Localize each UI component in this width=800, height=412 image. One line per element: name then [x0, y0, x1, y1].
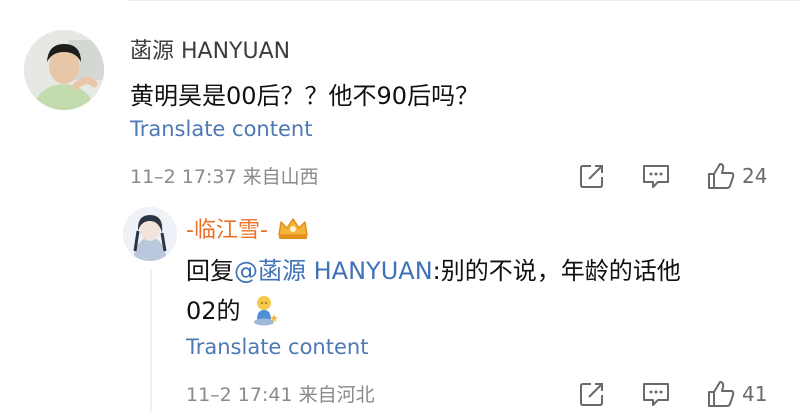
like-button[interactable]: 24: [706, 161, 767, 191]
thumbs-up-icon: [708, 381, 735, 407]
comment-icon: [643, 383, 669, 406]
thread-line: [150, 270, 152, 412]
like-count: 24: [742, 164, 768, 188]
share-button[interactable]: [578, 380, 606, 408]
avatar[interactable]: [24, 30, 104, 110]
comment-icon: [643, 165, 669, 188]
sitting-figure-emoji: [253, 296, 278, 326]
translate-content-link[interactable]: Translate content: [186, 335, 368, 359]
share-button[interactable]: [578, 162, 606, 190]
reply-username-row: -临江雪-: [186, 212, 310, 244]
share-icon: [580, 165, 603, 188]
like-button[interactable]: 41: [706, 379, 767, 409]
comment-meta: 11–2 17:37 来自山西: [130, 166, 319, 188]
reply-text-line1: :别的不说，年龄的话他: [432, 257, 681, 285]
crown-badge-icon: [278, 218, 308, 239]
share-icon: [580, 383, 603, 406]
reply-button[interactable]: [641, 162, 671, 190]
comment-text: 黄明昊是00后？？他不90后吗？: [130, 82, 480, 110]
reply-prefix: 回复: [186, 257, 234, 285]
anime-girl-avatar: [123, 207, 177, 261]
avatar[interactable]: [123, 207, 177, 261]
reply-button[interactable]: [641, 380, 671, 408]
comment-username[interactable]: 菡源 HANYUAN: [130, 33, 290, 65]
reply-username[interactable]: -临江雪-: [186, 212, 268, 244]
translate-content-link[interactable]: Translate content: [130, 117, 312, 141]
boy-portrait-avatar: [24, 30, 104, 110]
mention-link[interactable]: @菡源 HANYUAN: [234, 257, 433, 285]
divider: [128, 0, 800, 1]
reply-text: 回复@菡源 HANYUAN:别的不说，年龄的话他 02的: [186, 251, 681, 331]
thumbs-up-icon: [708, 163, 735, 189]
like-count: 41: [742, 382, 768, 406]
reply-meta: 11–2 17:41 来自河北: [186, 384, 375, 406]
reply-text-line2: 02的: [186, 297, 241, 325]
